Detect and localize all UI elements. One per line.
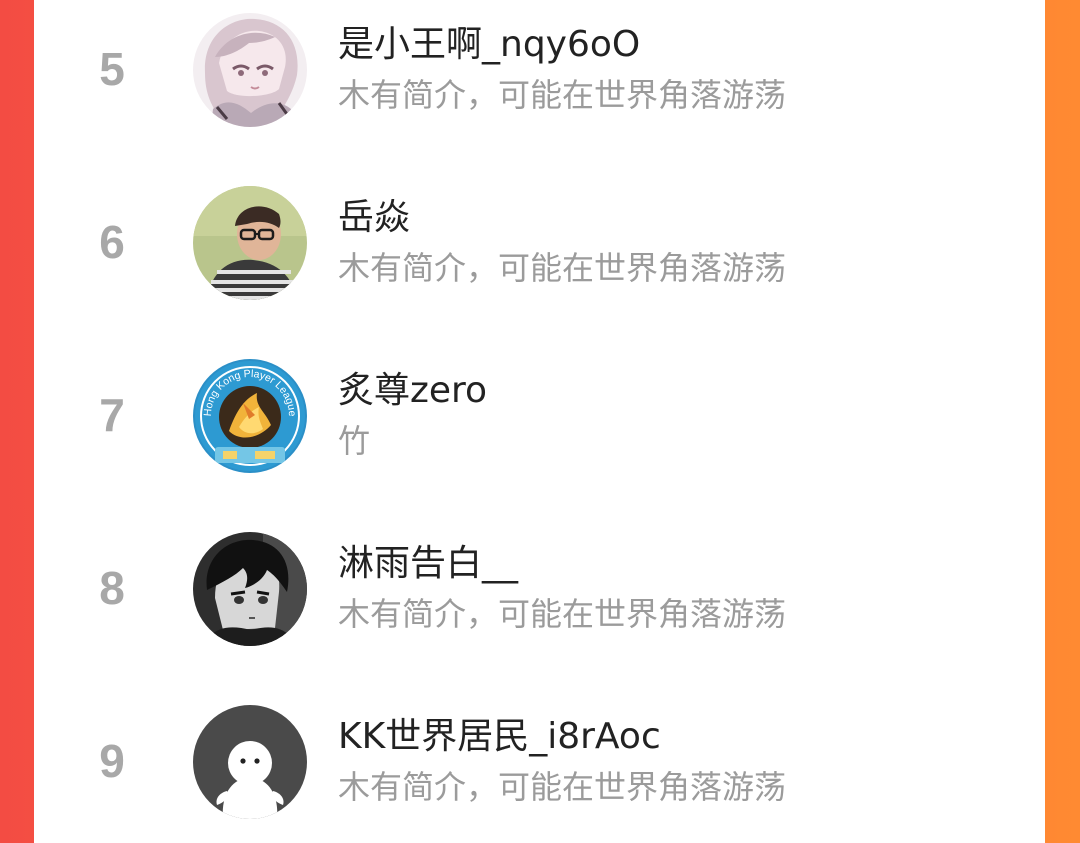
ranking-list-panel: 5 是小王啊_nqy6oO 木有简介，可能在世界角落游荡 6 岳焱 木有简介，可…	[34, 0, 1045, 843]
user-bio: 竹	[338, 422, 371, 460]
user-avatar-league-badge[interactable]: Hong Kong Player League	[193, 359, 307, 473]
rank-number: 6	[99, 216, 125, 268]
user-bio: 木有简介，可能在世界角落游荡	[338, 595, 787, 633]
rank-number: 5	[99, 43, 125, 95]
user-bio: 木有简介，可能在世界角落游荡	[338, 249, 787, 287]
ranking-list-item[interactable]: 9 KK世界居民_i8rAoc 木有简介，可能在世界角落游荡	[34, 701, 1045, 821]
username[interactable]: KK世界居民_i8rAoc	[338, 715, 661, 759]
user-avatar-default[interactable]	[193, 705, 307, 819]
username[interactable]: 淋雨告白__	[338, 542, 518, 586]
username[interactable]: 岳焱	[338, 196, 410, 240]
rank-number: 7	[99, 389, 125, 441]
ranking-list-item[interactable]: 8 淋雨告白__ 木有简介，可能在世界角落游荡	[34, 528, 1045, 648]
rank-number: 8	[99, 562, 125, 614]
username[interactable]: 是小王啊_nqy6oO	[338, 23, 640, 67]
user-avatar-photo-man[interactable]	[193, 186, 307, 300]
username[interactable]: 炙尊zero	[338, 369, 487, 413]
user-bio: 木有简介，可能在世界角落游荡	[338, 76, 787, 114]
user-avatar-anime-silver-hair[interactable]	[193, 13, 307, 127]
ranking-list-item[interactable]: 5 是小王啊_nqy6oO 木有简介，可能在世界角落游荡	[34, 9, 1045, 129]
user-bio: 木有简介，可能在世界角落游荡	[338, 768, 787, 806]
ranking-list-item[interactable]: 7 Hong Kong Player League 炙尊zero 竹	[34, 355, 1045, 475]
rank-number: 9	[99, 735, 125, 787]
ranking-list-item[interactable]: 6 岳焱 木有简介，可能在世界角落游荡	[34, 182, 1045, 302]
user-avatar-anime-dark-hair[interactable]	[193, 532, 307, 646]
